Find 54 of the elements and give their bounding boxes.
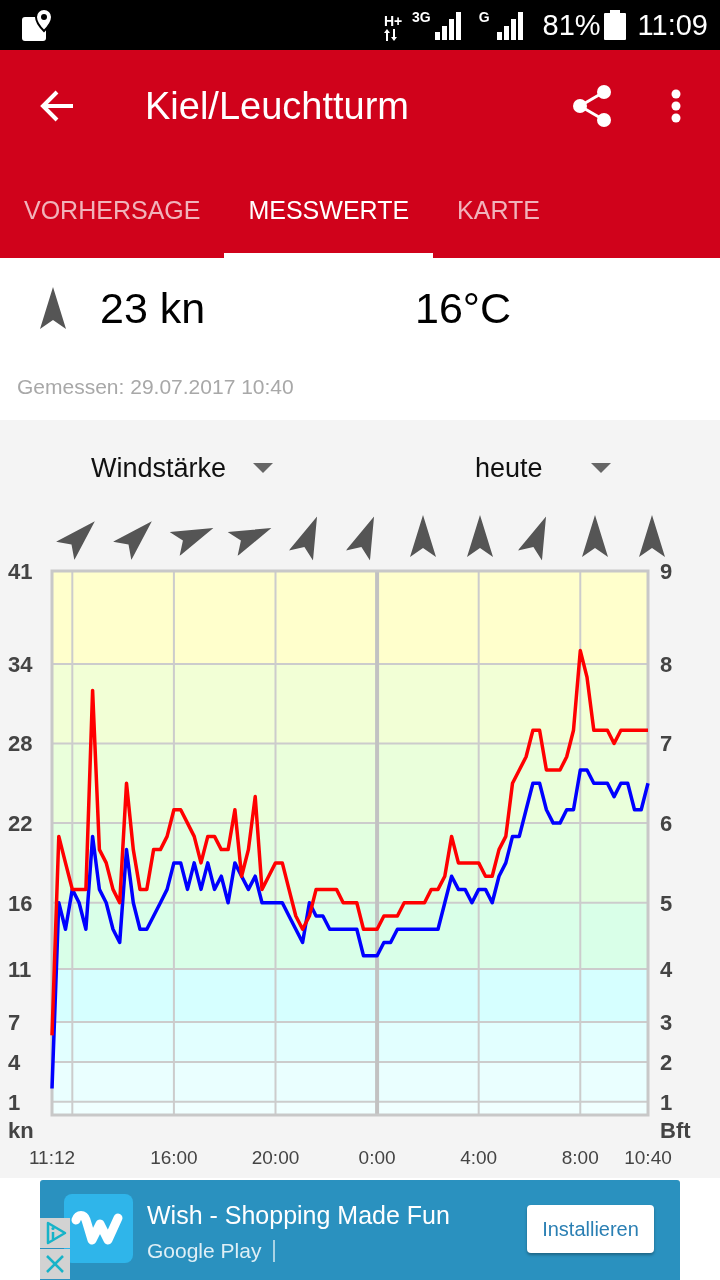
network-type: 3G xyxy=(411,10,431,24)
tab[interactable]: MESSWERTE xyxy=(224,162,434,258)
temperature-value: 16°C xyxy=(415,283,513,333)
time-label: 10:40 xyxy=(624,1147,672,1168)
time-label: 20:00 xyxy=(251,1147,300,1168)
time-label: 11:12 xyxy=(28,1147,76,1168)
axis-tick-label: 2 xyxy=(660,1049,673,1075)
axis-tick-label: 4 xyxy=(8,1049,21,1075)
axis-tick-label: 1 xyxy=(660,1089,673,1115)
data-arrows-icon xyxy=(383,29,398,41)
axis-tick-label: 5 xyxy=(660,890,673,916)
screen-title: Kiel/Leuchtturm xyxy=(145,84,409,128)
store-label: Google Play xyxy=(147,1239,262,1263)
install-button[interactable]: Installieren xyxy=(527,1205,654,1253)
axis-tick-label: 7 xyxy=(8,1010,21,1036)
axis-tick-label: 8 xyxy=(660,651,673,677)
axis-tick-label: 6 xyxy=(660,811,673,837)
arrow-left-icon xyxy=(40,90,74,122)
axis-tick-label: 34 xyxy=(8,651,33,677)
time-label: 0:00 xyxy=(358,1147,396,1168)
axis-tick-label: 7 xyxy=(660,731,673,757)
caret-down-icon xyxy=(591,463,611,473)
axis-tick-label: 9 xyxy=(660,559,673,584)
axis-title: Bft xyxy=(660,1118,691,1143)
axis-tick-label: 22 xyxy=(8,811,33,837)
signal-icon xyxy=(496,12,523,40)
time-label: 16:00 xyxy=(150,1147,198,1168)
axis-tick-label: 28 xyxy=(8,731,33,757)
time-label: 8:00 xyxy=(561,1147,599,1168)
tab[interactable]: KARTE xyxy=(433,162,564,258)
axis-tick-label: 3 xyxy=(660,1010,673,1036)
network-type: G xyxy=(478,10,490,24)
more-vertical-icon xyxy=(671,89,681,123)
map-pin-icon xyxy=(22,9,54,41)
battery-percent: 81% xyxy=(542,8,601,42)
signal-icon xyxy=(434,12,461,40)
axis-tick-label: 1 xyxy=(8,1089,21,1115)
tab[interactable]: VORHERSAGE xyxy=(0,162,225,258)
axis-title: kn xyxy=(8,1118,34,1143)
battery-icon xyxy=(603,10,626,40)
time-label: 4:00 xyxy=(460,1147,498,1168)
network-type: H+ xyxy=(383,13,403,29)
share-icon xyxy=(573,85,611,127)
parameter-dropdown[interactable]: Windstärke xyxy=(91,443,273,493)
wind-speed-value: 23 kn xyxy=(100,283,207,333)
axis-tick-label: 16 xyxy=(8,890,33,916)
clock: 11:09 xyxy=(637,8,708,42)
period-dropdown[interactable]: heute xyxy=(475,443,611,493)
axis-tick-label: 41 xyxy=(8,559,33,584)
caret-down-icon xyxy=(253,463,273,473)
axis-tick-label: 11 xyxy=(8,957,32,983)
measurement-timestamp: Gemessen: 29.07.2017 10:40 xyxy=(17,374,295,400)
ad-title: Wish - Shopping Made Fun xyxy=(147,1200,450,1230)
axis-tick-label: 4 xyxy=(660,957,673,983)
